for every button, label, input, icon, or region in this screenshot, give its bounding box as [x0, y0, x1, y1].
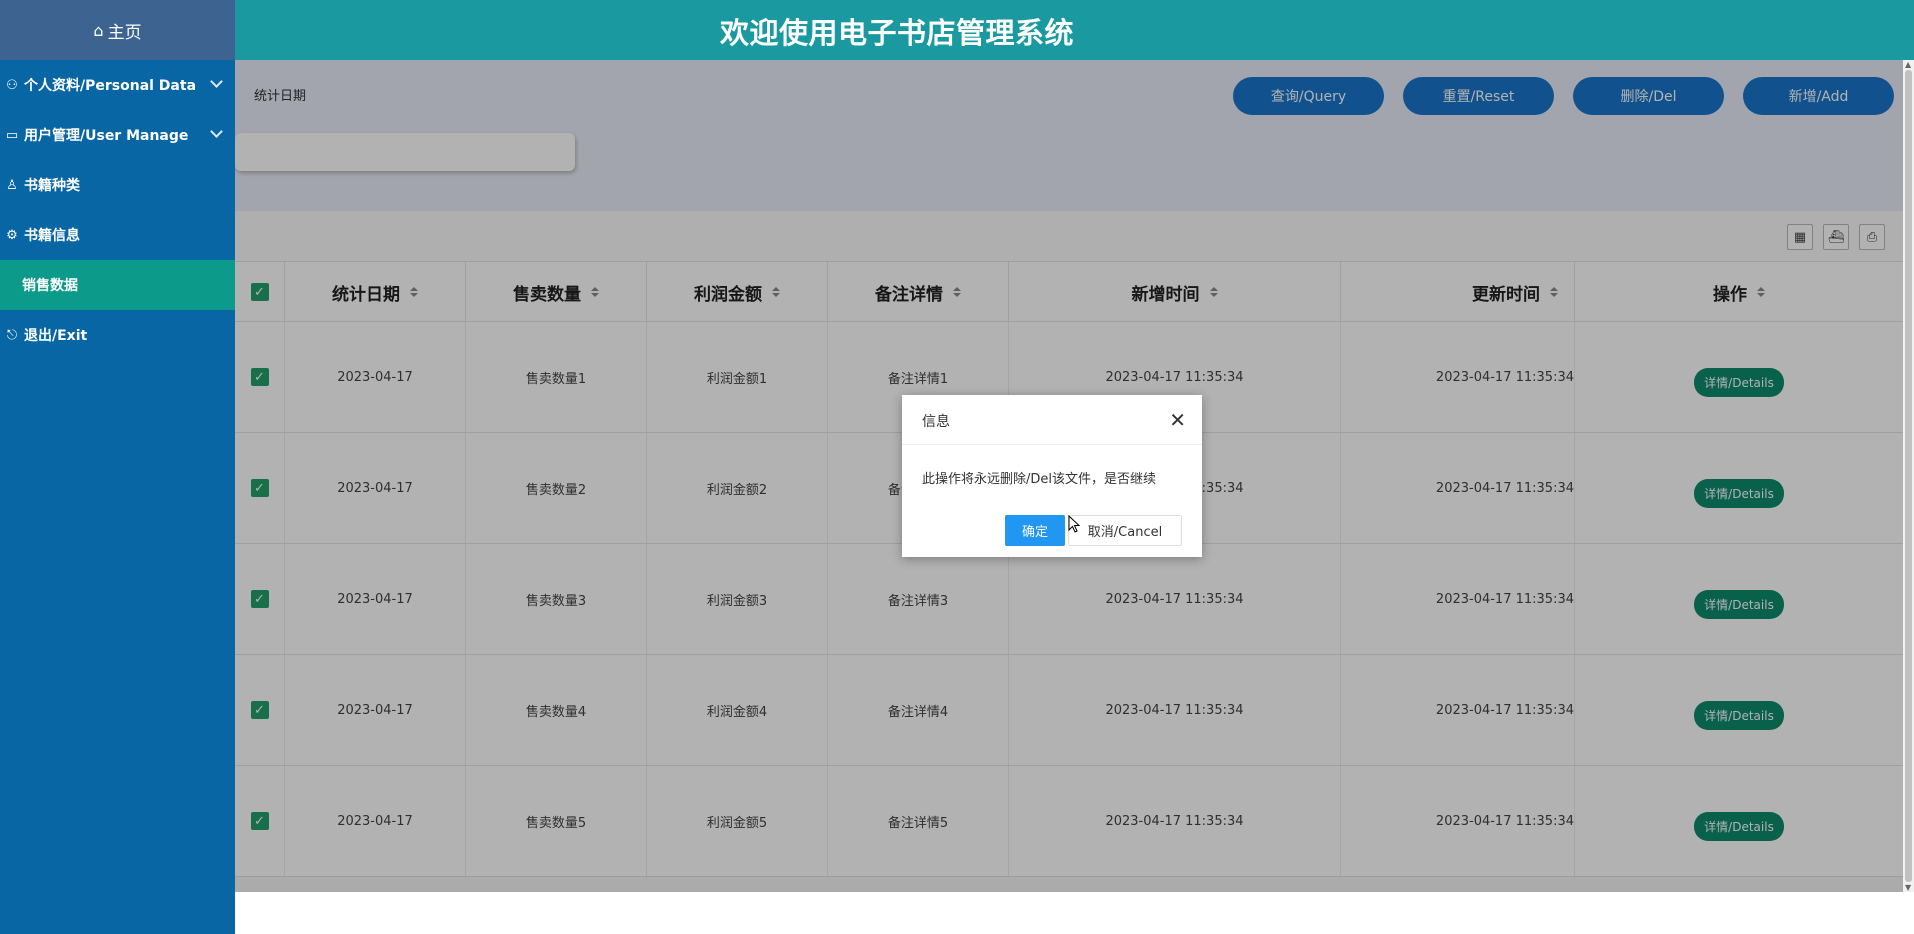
sidebar-item-label: 退出/Exit	[24, 328, 88, 344]
sidebar-item-label: 销售数据	[22, 278, 78, 294]
cancel-button[interactable]: 取消/Cancel	[1068, 515, 1182, 546]
vertical-scrollbar[interactable]: ▲ ▼	[1903, 60, 1914, 892]
chevron-down-icon	[210, 125, 223, 138]
sidebar-item-personal-data[interactable]: ⚇ 个人资料/Personal Data	[0, 60, 235, 110]
user-card-icon: ⚇	[6, 77, 18, 93]
monitor-icon: ▭	[5, 127, 19, 143]
sidebar-item-book-info[interactable]: ⚙ 书籍信息	[0, 210, 235, 260]
person-icon: ♙	[6, 177, 18, 193]
home-icon: ⌂	[93, 20, 104, 40]
confirm-button[interactable]: 确定	[1005, 515, 1065, 546]
sidebar-item-sales-data[interactable]: 销售数据	[0, 260, 235, 310]
scroll-down-icon[interactable]: ▼	[1905, 883, 1911, 892]
dialog-title: 信息	[922, 414, 950, 430]
sidebar-item-label: 个人资料/Personal Data	[24, 78, 197, 94]
sidebar-item-label: 书籍种类	[24, 178, 80, 194]
dialog-message: 此操作将永远删除/Del该文件，是否继续	[922, 472, 1157, 487]
sidebar-item-user-manage[interactable]: ▭ 用户管理/User Manage	[0, 110, 235, 160]
confirm-dialog: 信息 ✕ 此操作将永远删除/Del该文件，是否继续 确定 取消/Cancel	[902, 395, 1202, 557]
chevron-down-icon	[210, 75, 223, 88]
page-title: 欢迎使用电子书店管理系统	[720, 16, 1075, 50]
sidebar: ⌂ 主页 ⚇ 个人资料/Personal Data ▭ 用户管理/User Ma…	[0, 0, 235, 934]
settings-card-icon: ⚙	[6, 227, 18, 243]
sidebar-home-label: 主页	[107, 22, 142, 43]
sidebar-item-book-category[interactable]: ♙ 书籍种类	[0, 160, 235, 210]
scroll-thumb[interactable]	[1905, 70, 1912, 882]
sidebar-item-exit[interactable]: ⎋ 退出/Exit	[0, 310, 235, 360]
top-header: 欢迎使用电子书店管理系统	[235, 0, 1914, 60]
mouse-cursor-icon	[1068, 515, 1080, 533]
dialog-header: 信息 ✕	[902, 395, 1202, 445]
sidebar-home[interactable]: ⌂ 主页	[0, 0, 235, 60]
sidebar-item-label: 用户管理/User Manage	[24, 128, 189, 144]
sidebar-item-label: 书籍信息	[24, 228, 80, 244]
close-icon[interactable]: ✕	[1169, 408, 1186, 432]
exit-icon: ⎋	[6, 327, 18, 343]
scroll-up-icon[interactable]: ▲	[1905, 60, 1911, 69]
